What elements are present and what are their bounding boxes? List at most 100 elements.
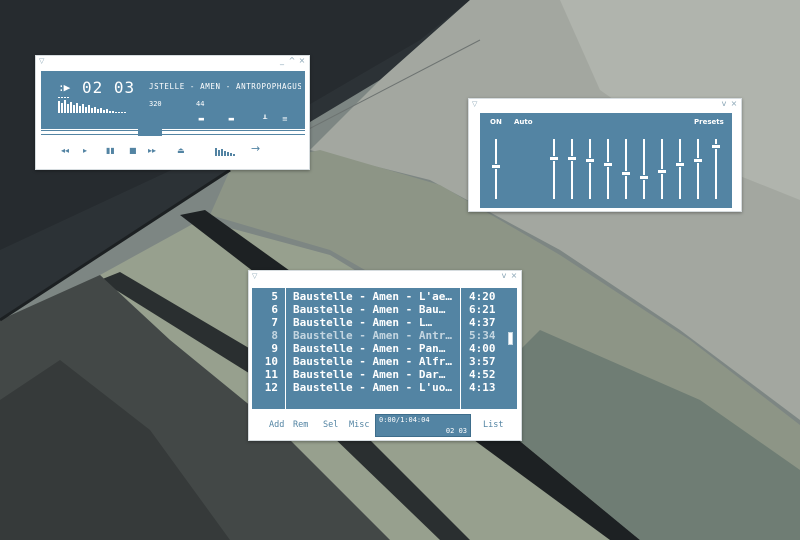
shade-icon[interactable]: ^: [288, 56, 296, 65]
eq-band-slider[interactable]: [639, 139, 649, 199]
previous-icon[interactable]: ◂◂: [61, 146, 69, 156]
shade-icon[interactable]: v: [500, 271, 508, 280]
eq-band-slider-rail: [679, 139, 681, 199]
list-button[interactable]: List: [483, 420, 503, 430]
track-title: Baustelle - Amen - Pan…: [293, 342, 446, 355]
playlist-row[interactable]: 6 Baustelle - Amen - Bau… 6:21: [252, 303, 517, 316]
pause-icon[interactable]: ▮▮: [106, 146, 115, 156]
equalizer-icon[interactable]: [215, 148, 237, 156]
track-number: 7: [271, 316, 278, 329]
eq-band-slider[interactable]: [693, 139, 703, 199]
eq-band-slider-knob[interactable]: [657, 169, 667, 174]
eq-band-slider-rail: [553, 139, 555, 199]
playlist-row[interactable]: 5 Baustelle - Amen - L'ae… 4:20: [252, 290, 517, 303]
eq-band-slider[interactable]: [621, 139, 631, 199]
eq-band-slider[interactable]: [567, 139, 577, 199]
minimize-icon[interactable]: _: [278, 56, 286, 65]
add-button[interactable]: Add: [269, 420, 284, 430]
eq-band-slider-knob[interactable]: [711, 144, 721, 149]
player-display: :▶ 02 03 JSTELLE - AMEN - ANTROPOPHAGUS …: [41, 71, 305, 129]
eq-band-slider-knob[interactable]: [567, 156, 577, 161]
select-button[interactable]: Sel: [323, 420, 338, 430]
seek-thumb[interactable]: [138, 129, 162, 136]
playlist-row[interactable]: 10 Baustelle - Amen - Alfr… 3:57: [252, 355, 517, 368]
track-duration: 3:57: [469, 355, 496, 368]
player-titlebar[interactable]: ▽ _ ^ ×: [36, 56, 309, 68]
eq-toggle-icon[interactable]: ╨: [263, 115, 267, 123]
playlist-toggle-icon[interactable]: ≡: [282, 115, 288, 123]
current-time: 02 03: [445, 427, 467, 435]
close-icon[interactable]: ×: [510, 271, 518, 280]
eq-preamp-slider-knob[interactable]: [491, 164, 501, 169]
eq-band-slider-rail: [697, 139, 699, 199]
seek-bar[interactable]: [41, 129, 305, 136]
time-display[interactable]: 02 03: [82, 78, 135, 97]
play-indicator: :▶: [58, 81, 70, 94]
repeat-icon[interactable]: ▬: [228, 115, 235, 123]
eq-band-slider-knob[interactable]: [693, 158, 703, 163]
playlist-row[interactable]: 8 Baustelle - Amen - Antr… 5:34: [252, 329, 517, 342]
eq-band-slider-rail: [625, 139, 627, 199]
playlist-titlebar[interactable]: ▽ v ×: [249, 271, 521, 283]
eq-presets-button[interactable]: Presets: [694, 118, 724, 126]
playlist-window[interactable]: ▽ v × 5 Baustelle - Amen - L'ae… 4:20 6 Baus…: [248, 270, 522, 441]
menu-icon[interactable]: ▽: [252, 272, 257, 280]
eq-band-slider-knob[interactable]: [675, 162, 685, 167]
total-time: 0:00/1:04:04: [379, 416, 430, 424]
visualizer[interactable]: [58, 97, 128, 113]
shade-icon[interactable]: v: [720, 99, 728, 108]
player-window[interactable]: ▽ _ ^ × :▶ 02 03 JSTELLE - AMEN - ANTROP…: [35, 55, 310, 170]
eq-band-slider-knob[interactable]: [549, 156, 559, 161]
remove-button[interactable]: Rem: [293, 420, 308, 430]
playlist-arrow-icon[interactable]: →: [251, 143, 260, 154]
bitrate: 320: [149, 100, 162, 108]
eq-band-slider[interactable]: [585, 139, 595, 199]
eq-band-slider-rail: [643, 139, 645, 199]
track-duration: 4:13: [469, 381, 496, 394]
song-title-marquee[interactable]: JSTELLE - AMEN - ANTROPOPHAGUS: [149, 82, 301, 91]
track-number: 9: [271, 342, 278, 355]
next-icon[interactable]: ▸▸: [148, 146, 156, 156]
equalizer-titlebar[interactable]: ▽ v ×: [469, 99, 741, 111]
track-duration: 4:37: [469, 316, 496, 329]
playlist-list[interactable]: 5 Baustelle - Amen - L'ae… 4:20 6 Baustelle …: [252, 288, 517, 409]
eq-band-slider-rail: [607, 139, 609, 199]
track-number: 6: [271, 303, 278, 316]
menu-icon[interactable]: ▽: [472, 100, 477, 108]
eq-band-slider-rail: [571, 139, 573, 199]
track-title: Baustelle - Amen - Dar…: [293, 368, 446, 381]
eq-band-slider-knob[interactable]: [621, 171, 631, 176]
eq-band-slider-rail: [589, 139, 591, 199]
track-number: 12: [264, 381, 278, 394]
eq-band-slider-knob[interactable]: [639, 175, 649, 180]
eq-band-slider-knob[interactable]: [585, 158, 595, 163]
eq-preamp-slider[interactable]: [491, 139, 501, 199]
stop-icon[interactable]: ■: [129, 146, 137, 156]
eq-band-slider[interactable]: [675, 139, 685, 199]
playlist-time-display: 0:00/1:04:04 02 03: [375, 414, 471, 437]
shuffle-icon[interactable]: ▬: [198, 115, 205, 123]
track-number: 5: [271, 290, 278, 303]
eq-band-slider[interactable]: [711, 139, 721, 199]
play-icon[interactable]: ▸: [83, 146, 87, 156]
eject-icon[interactable]: ⏏: [177, 146, 185, 156]
eq-band-slider[interactable]: [603, 139, 613, 199]
playlist-row[interactable]: 12 Baustelle - Amen - L'uo… 4:13: [252, 381, 517, 394]
misc-button[interactable]: Misc: [349, 420, 369, 430]
eq-band-slider[interactable]: [549, 139, 559, 199]
equalizer-panel: ON Auto Presets: [480, 113, 732, 208]
playlist-row[interactable]: 7 Baustelle - Amen - L… 4:37: [252, 316, 517, 329]
playlist-row[interactable]: 9 Baustelle - Amen - Pan… 4:00: [252, 342, 517, 355]
track-title: Baustelle - Amen - L'uo…: [293, 381, 452, 394]
eq-band-slider-knob[interactable]: [603, 162, 613, 167]
eq-on-button[interactable]: ON: [490, 118, 502, 126]
track-duration: 4:52: [469, 368, 496, 381]
playlist-row[interactable]: 11 Baustelle - Amen - Dar… 4:52: [252, 368, 517, 381]
equalizer-window[interactable]: ▽ v × ON Auto Presets: [468, 98, 742, 212]
eq-band-slider[interactable]: [657, 139, 667, 199]
close-icon[interactable]: ×: [730, 99, 738, 108]
track-duration: 6:21: [469, 303, 496, 316]
menu-icon[interactable]: ▽: [39, 57, 44, 65]
eq-auto-button[interactable]: Auto: [514, 118, 533, 126]
close-icon[interactable]: ×: [298, 56, 306, 65]
